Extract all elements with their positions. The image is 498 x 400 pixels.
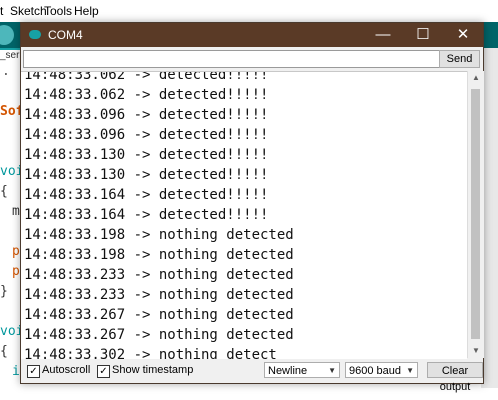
line-ending-value: Newline bbox=[268, 365, 308, 377]
vertical-scrollbar[interactable]: ▲ ▼ bbox=[467, 71, 484, 358]
ide-menubar: t Sketch Tools Help bbox=[0, 0, 498, 22]
output-line: 14:48:33.164 -> detected!!!!! bbox=[24, 207, 269, 223]
check-icon: ✓ bbox=[99, 366, 108, 377]
show-timestamp-label: Show timestamp bbox=[112, 364, 194, 376]
code-fragment: p bbox=[12, 244, 20, 259]
scroll-up-arrow-icon[interactable]: ▲ bbox=[468, 71, 484, 85]
chevron-down-icon: ▼ bbox=[406, 366, 414, 375]
autoscroll-label: Autoscroll bbox=[42, 364, 91, 376]
chevron-down-icon: ▼ bbox=[328, 366, 336, 375]
code-fragment: p bbox=[12, 264, 20, 279]
show-timestamp-checkbox[interactable]: ✓ bbox=[97, 365, 110, 378]
check-icon: ✓ bbox=[29, 366, 38, 377]
close-button[interactable]: ✕ bbox=[443, 23, 483, 47]
output-line: 14:48:33.096 -> detected!!!!! bbox=[24, 107, 269, 123]
output-line: 14:48:33.302 -> nothing detect bbox=[24, 347, 277, 359]
serial-output[interactable]: 14:48:33.062 -> detected!!!!! 14:48:33.06… bbox=[21, 71, 467, 359]
code-fragment: { bbox=[0, 344, 8, 359]
minimize-button[interactable]: — bbox=[363, 23, 403, 47]
scrollbar-thumb[interactable] bbox=[471, 89, 480, 339]
baud-value: 9600 baud bbox=[349, 365, 401, 377]
code-fragment: m bbox=[12, 204, 20, 219]
scroll-down-arrow-icon[interactable]: ▼ bbox=[468, 344, 484, 358]
output-line: 14:48:33.198 -> nothing detected bbox=[24, 227, 294, 243]
output-line: 14:48:33.062 -> detected!!!!! bbox=[24, 87, 269, 103]
code-fragment: { bbox=[0, 184, 8, 199]
output-line: 14:48:33.267 -> nothing detected bbox=[24, 327, 294, 343]
serial-input[interactable] bbox=[23, 50, 440, 68]
arduino-logo-icon bbox=[29, 30, 41, 39]
send-row: Send bbox=[21, 47, 483, 71]
clear-output-button[interactable]: Clear output bbox=[427, 362, 483, 393]
maximize-button[interactable]: ☐ bbox=[403, 23, 443, 47]
send-button[interactable]: Send bbox=[439, 50, 480, 68]
output-line: 14:48:33.096 -> detected!!!!! bbox=[24, 127, 269, 143]
output-line: 14:48:33.233 -> nothing detected bbox=[24, 267, 294, 283]
output-line: 14:48:33.198 -> nothing detected bbox=[24, 247, 294, 263]
output-line: 14:48:33.233 -> nothing detected bbox=[24, 287, 294, 303]
output-line: 14:48:33.130 -> detected!!!!! bbox=[24, 167, 269, 183]
serial-monitor-window: COM4 — ☐ ✕ Send 14:48:33.062 -> detected… bbox=[20, 22, 484, 393]
titlebar[interactable]: COM4 — ☐ ✕ bbox=[21, 23, 483, 47]
verify-button-partial[interactable] bbox=[0, 25, 14, 45]
output-lines: 14:48:33.062 -> detected!!!!! 14:48:33.06… bbox=[24, 71, 294, 359]
output-line: 14:48:33.164 -> detected!!!!! bbox=[24, 187, 269, 203]
autoscroll-checkbox[interactable]: ✓ bbox=[27, 365, 40, 378]
bottom-bar: ✓ Autoscroll ✓ Show timestamp Newline ▼ … bbox=[21, 359, 483, 393]
menu-file-partial[interactable]: t bbox=[0, 4, 3, 18]
menu-sketch[interactable]: Sketch bbox=[10, 4, 47, 18]
output-line: 14:48:33.267 -> nothing detected bbox=[24, 307, 294, 323]
code-fragment: . bbox=[2, 64, 10, 79]
output-line: 14:48:33.062 -> detected!!!!! bbox=[24, 71, 269, 83]
line-ending-select[interactable]: Newline ▼ bbox=[264, 362, 340, 378]
code-fragment: i bbox=[12, 364, 20, 379]
menu-tools[interactable]: Tools bbox=[44, 4, 72, 18]
output-line: 14:48:33.130 -> detected!!!!! bbox=[24, 147, 269, 163]
menu-help[interactable]: Help bbox=[74, 4, 99, 18]
baud-select[interactable]: 9600 baud ▼ bbox=[345, 362, 418, 378]
window-title: COM4 bbox=[48, 28, 83, 42]
code-fragment: } bbox=[0, 284, 8, 299]
ide-tab-label: _ser bbox=[0, 50, 20, 61]
